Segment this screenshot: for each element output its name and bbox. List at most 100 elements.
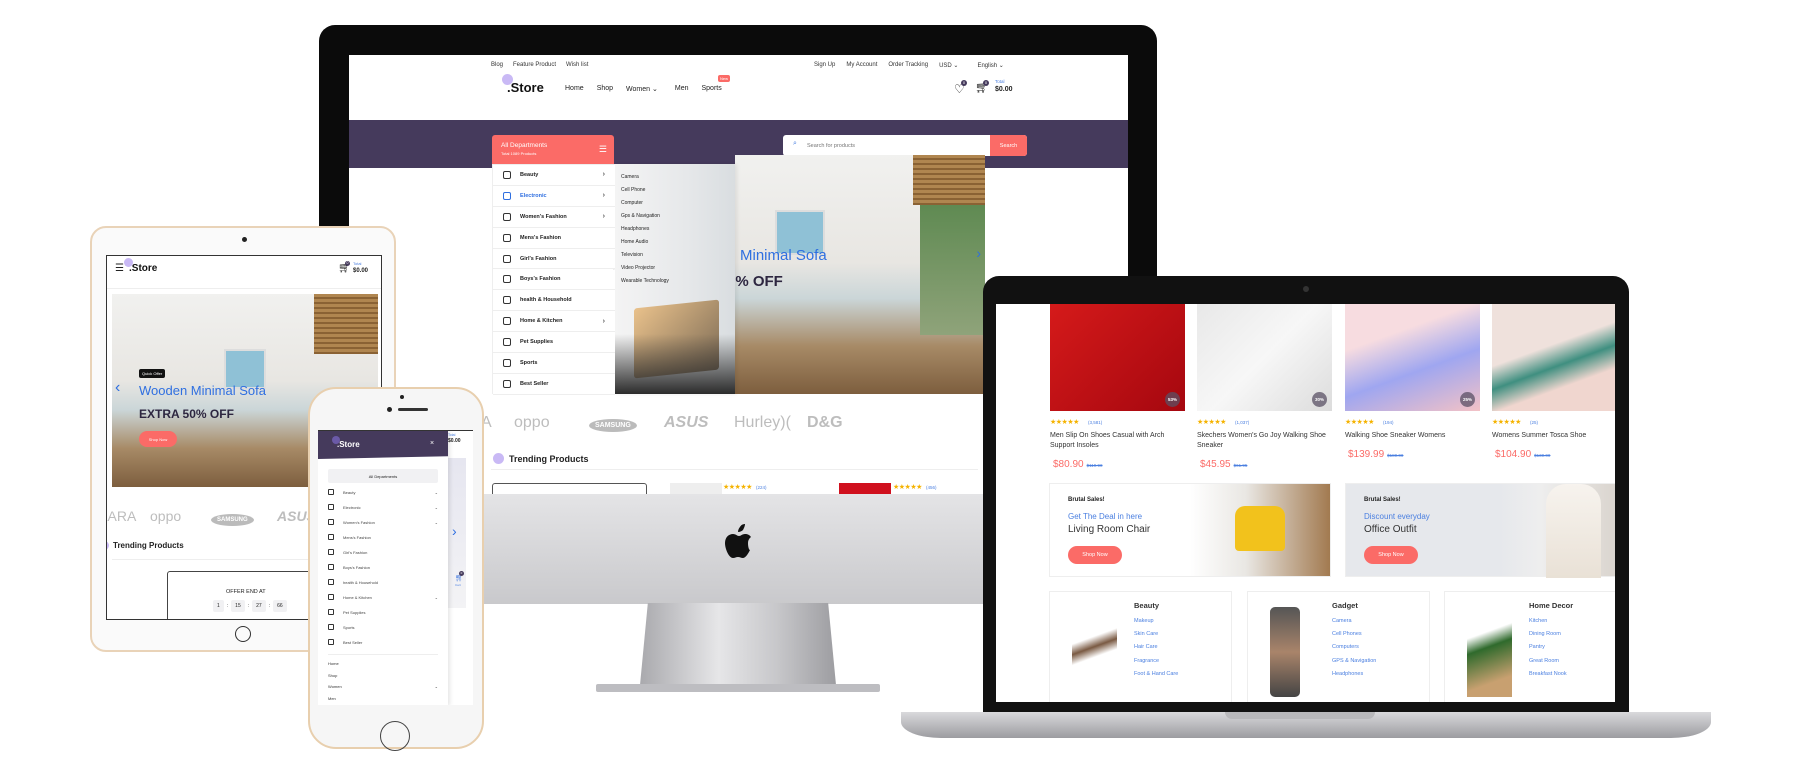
category-item[interactable]: Pet Supplies — [493, 332, 615, 354]
product-card[interactable]: ★★★★★ (25) Womens Summer Tosca Shoe $104.90… — [1492, 304, 1615, 474]
category-item[interactable]: Women's Fashion › — [493, 206, 615, 228]
search-input[interactable] — [807, 139, 977, 152]
category-box-title[interactable]: Home Decor — [1529, 601, 1573, 610]
shop-now-button[interactable]: Shop Now — [1364, 546, 1418, 564]
close-icon[interactable]: × — [430, 440, 434, 447]
product-card[interactable]: 53% ★★★★★ (3,581) Men Slip On Shoes Casual … — [1050, 304, 1185, 474]
category-link[interactable]: Computers — [1332, 641, 1376, 654]
shop-now-button[interactable]: Shop Now — [1068, 546, 1122, 564]
category-link[interactable]: Makeup — [1134, 615, 1178, 628]
brand-logo[interactable]: D&G — [807, 414, 843, 432]
drawer-category-item[interactable]: Women's Fashion ⌄ — [328, 519, 438, 525]
drawer-category-item[interactable]: Best Seller — [328, 639, 438, 645]
product-image[interactable] — [1492, 304, 1615, 411]
drawer-category-item[interactable]: Home & Kitchen ⌄ — [328, 594, 438, 600]
brand-logo[interactable]: ZARA — [107, 508, 136, 524]
drawer-category-item[interactable]: Electronic ⌄ — [328, 504, 438, 510]
submenu-item[interactable]: Television — [621, 252, 643, 258]
category-link[interactable]: GPS & Navigation — [1332, 655, 1376, 668]
store-logo[interactable]: .Store — [332, 436, 467, 449]
topbar-link-blog[interactable]: Blog — [491, 62, 503, 68]
brand-logo[interactable]: SAMSUNG — [589, 419, 637, 432]
category-link[interactable]: Foot & Hand Care — [1134, 668, 1178, 681]
drawer-category-item[interactable]: Pet Supplies — [328, 609, 438, 615]
phone-home-button[interactable] — [380, 721, 410, 751]
category-item[interactable]: Best Seller — [493, 374, 615, 395]
submenu-item[interactable]: Computer — [621, 200, 643, 206]
sign-up-link[interactable]: Sign Up — [814, 62, 835, 69]
brand-logo[interactable]: oppo — [514, 414, 550, 432]
search-button[interactable]: Search — [990, 135, 1027, 156]
product-title[interactable]: Womens Summer Tosca Shoe — [1492, 431, 1615, 441]
tablet-home-button[interactable] — [235, 626, 251, 642]
topbar-link-wishlist[interactable]: Wish list — [566, 62, 588, 68]
nav-shop[interactable]: Shop — [597, 85, 613, 93]
drawer-category-item[interactable]: Mens's Fashion — [328, 534, 438, 540]
nav-home[interactable]: Home — [565, 85, 584, 93]
submenu-item[interactable]: Video Projector — [621, 265, 655, 271]
product-title[interactable]: Men Slip On Shoes Casual with Arch Suppo… — [1050, 431, 1180, 451]
submenu-item[interactable]: Home Audio — [621, 239, 648, 245]
submenu-item[interactable]: Camera — [621, 174, 639, 180]
drawer-category-item[interactable]: health & Household — [328, 579, 438, 585]
offer-card[interactable] — [492, 483, 647, 494]
drawer-nav-item[interactable]: Home — [328, 661, 438, 666]
currency-select[interactable]: USD ⌄ — [939, 62, 958, 69]
my-account-link[interactable]: My Account — [846, 62, 877, 69]
category-link[interactable]: Cell Phones — [1332, 628, 1376, 641]
hero-prev-arrow[interactable]: ‹ — [115, 379, 120, 397]
brand-logo[interactable]: SAMSUNG — [211, 514, 254, 526]
category-box-title[interactable]: Beauty — [1134, 601, 1159, 610]
language-select[interactable]: English ⌄ — [977, 62, 1003, 69]
hamburger-icon[interactable]: ☰ — [115, 263, 124, 274]
product-image[interactable]: 25% — [1345, 304, 1480, 411]
drawer-nav-item[interactable]: Women ⌄ — [328, 684, 438, 689]
nav-men[interactable]: Men — [675, 85, 689, 93]
brand-logo[interactable]: Hurley)( — [734, 414, 791, 432]
submenu-item[interactable]: Gps & Navigation — [621, 213, 660, 219]
drawer-category-item[interactable]: Sports — [328, 624, 438, 630]
drawer-nav-item[interactable]: Shop — [328, 673, 438, 678]
product-image[interactable]: 53% — [1050, 304, 1185, 411]
category-item[interactable]: Beauty › — [493, 165, 615, 186]
drawer-category-item[interactable]: Boys's Fashion — [328, 564, 438, 570]
category-link[interactable]: Fragrance — [1134, 655, 1178, 668]
product-title[interactable]: Skechers Women's Go Joy Walking Shoe Sne… — [1197, 431, 1327, 451]
nav-women[interactable]: Women ⌄ — [626, 85, 658, 93]
category-item[interactable]: health & Household — [493, 290, 615, 312]
promo-banner-chair[interactable]: Brutal Sales! Get The Deal in here Livin… — [1049, 483, 1331, 577]
product-image[interactable]: 30% — [1197, 304, 1332, 411]
submenu-item[interactable]: Headphones — [621, 226, 649, 232]
category-link[interactable]: Hair Care — [1134, 641, 1178, 654]
product-card[interactable]: 25% ★★★★★ (194) Walking Shoe Sneaker Womens… — [1345, 304, 1480, 474]
category-link[interactable]: Dining Room — [1529, 628, 1567, 641]
submenu-item[interactable]: Cell Phone — [621, 187, 645, 193]
category-link[interactable]: Camera — [1332, 615, 1376, 628]
drawer-category-item[interactable]: Girl's Fashion — [328, 549, 438, 555]
category-item[interactable]: Girl's Fashion — [493, 248, 615, 270]
category-item[interactable]: Mens's Fashion — [493, 227, 615, 249]
category-item[interactable]: Boys's Fashion — [493, 269, 615, 291]
topbar-link-feature[interactable]: Feature Product — [513, 62, 556, 68]
all-departments-button[interactable]: All Departments Total 1089 Products ☰ — [492, 135, 614, 164]
product-thumb[interactable] — [670, 483, 722, 494]
category-link[interactable]: Breakfast Nook — [1529, 668, 1567, 681]
nav-sports[interactable]: Sports — [701, 85, 721, 93]
product-thumb[interactable] — [839, 483, 891, 494]
category-link[interactable]: Headphones — [1332, 668, 1376, 681]
hero-next-arrow[interactable]: › — [976, 245, 981, 261]
drawer-category-item[interactable]: Beauty ⌄ — [328, 489, 438, 495]
product-card[interactable]: 30% ★★★★★ (1,037) Skechers Women's Go Joy W… — [1197, 304, 1332, 474]
submenu-item[interactable]: Wearable Technology — [621, 278, 669, 284]
category-item[interactable]: Electronic › — [493, 185, 615, 207]
brand-logo[interactable]: ASUS — [664, 414, 708, 432]
category-item[interactable]: Home & Kitchen › — [493, 311, 615, 333]
category-link[interactable]: Great Room — [1529, 655, 1567, 668]
hero-next-arrow[interactable]: › — [452, 523, 457, 539]
category-item[interactable]: Sports — [493, 353, 615, 374]
shop-now-button[interactable]: Shop Now — [139, 431, 177, 447]
category-link[interactable]: Kitchen — [1529, 615, 1567, 628]
category-link[interactable]: Skin Care — [1134, 628, 1178, 641]
promo-banner-outfit[interactable]: Brutal Sales! Discount everyday Office O… — [1345, 483, 1615, 578]
drawer-nav-item[interactable]: Men — [328, 696, 438, 701]
